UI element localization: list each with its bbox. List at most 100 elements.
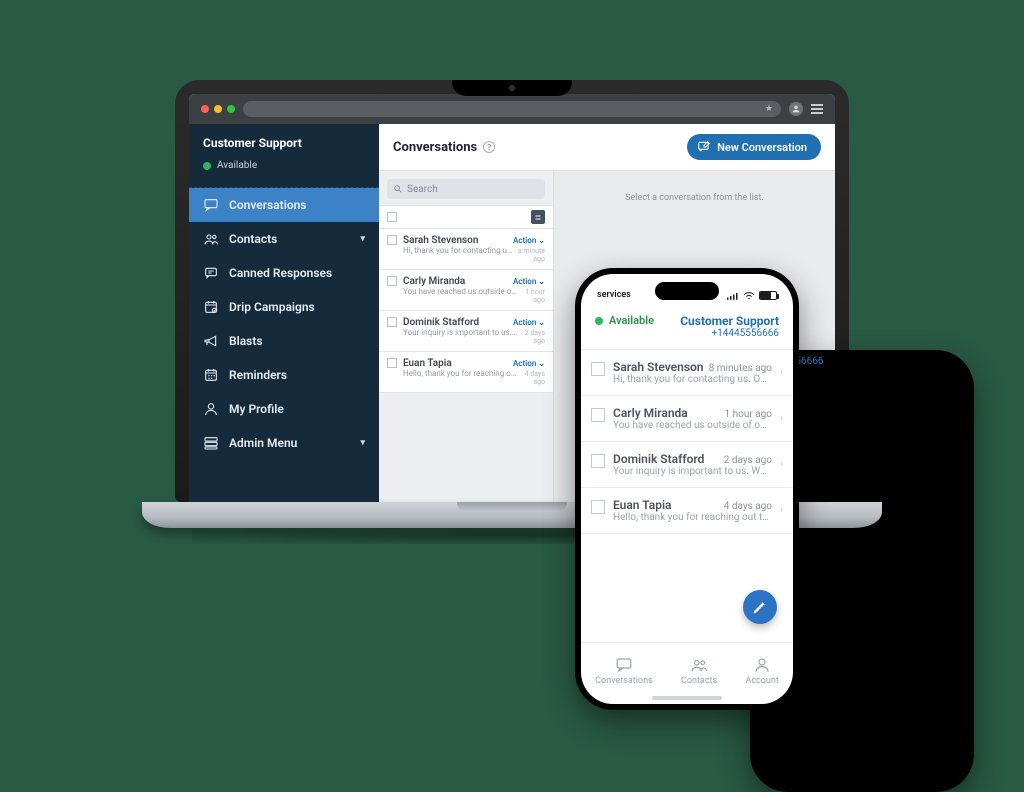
help-icon[interactable]: ?: [483, 141, 495, 153]
bookmark-star-icon[interactable]: ★: [765, 104, 773, 114]
new-chat-icon: [697, 140, 711, 154]
conversation-preview: Hello, thank you for reaching out to us.…: [613, 512, 772, 523]
sidebar-item-label: Conversations: [229, 198, 306, 212]
conversation-checkbox[interactable]: [387, 317, 397, 327]
chevron-right-icon: ›: [780, 413, 783, 424]
chevron-right-icon: ›: [780, 367, 783, 378]
profile-icon: [752, 656, 772, 674]
sidebar-item-drip-campaigns[interactable]: Drip Campaigns: [189, 290, 379, 324]
sidebar-item-conversations[interactable]: Conversations: [189, 188, 379, 222]
conversation-action-menu[interactable]: Action ⌄: [513, 236, 545, 245]
sidebar-item-reminders[interactable]: Reminders: [189, 358, 379, 392]
conversation-checkbox[interactable]: [591, 500, 605, 514]
browser-menu-icon[interactable]: [811, 104, 823, 114]
laptop-notch: [452, 80, 572, 96]
conversation-name: Euan Tapia: [613, 498, 672, 512]
home-indicator: [652, 696, 722, 700]
close-window-icon[interactable]: [201, 105, 209, 113]
sidebar-item-label: Drip Campaigns: [229, 300, 315, 314]
tab-conversations[interactable]: Conversations: [595, 656, 653, 686]
new-conversation-button[interactable]: New Conversation: [687, 134, 821, 160]
sidebar-item-label: My Profile: [229, 402, 284, 416]
window-traffic-lights: [201, 105, 235, 113]
conversation-preview: Hi, thank you for contacting us. Our h..…: [403, 246, 513, 255]
conversation-row[interactable]: Sarah Stevenson Action ⌄Hi, thank you for…: [379, 229, 553, 270]
battery-icon: [759, 291, 777, 300]
conversation-action-menu[interactable]: Action ⌄: [513, 359, 545, 368]
page-title: Conversations ?: [393, 140, 495, 155]
conversation-preview: You have reached us outside of our no...: [403, 287, 518, 296]
chat-icon: [614, 656, 634, 674]
conversation-list-panel: Search ≣ Sarah StevensonAction ⌄Hi, than…: [379, 171, 554, 502]
sidebar-item-admin-menu[interactable]: Admin Menu ▾: [189, 426, 379, 460]
chevron-down-icon: ▾: [360, 438, 365, 448]
conversation-time: 4 days ago: [518, 370, 545, 386]
availability-status[interactable]: Available: [203, 160, 365, 171]
maximize-window-icon[interactable]: [227, 105, 235, 113]
conversation-time: 8 minutes ago: [709, 363, 772, 374]
conversation-name: Sarah Stevenson: [613, 360, 704, 374]
sidebar-item-blasts[interactable]: Blasts: [189, 324, 379, 358]
conversation-action-menu[interactable]: Action ⌄: [513, 277, 545, 286]
tab-contacts[interactable]: Contacts: [681, 656, 717, 686]
conversation-preview: Hello, thank you for reaching out to us.…: [403, 369, 518, 378]
speech-bubble-icon: [203, 265, 219, 281]
sidebar-item-label: Canned Responses: [229, 266, 332, 280]
conversation-checkbox[interactable]: [591, 454, 605, 468]
conversation-row[interactable]: Dominik Stafford Action ⌄Your inquiry is …: [379, 311, 553, 352]
tab-account[interactable]: Account: [745, 656, 778, 686]
sidebar-item-my-profile[interactable]: My Profile: [189, 392, 379, 426]
status-dot-icon: [203, 162, 211, 170]
megaphone-icon: [203, 333, 219, 349]
sidebar-item-canned-responses[interactable]: Canned Responses: [189, 256, 379, 290]
carrier-label: services: [597, 290, 631, 300]
conversation-checkbox[interactable]: [387, 358, 397, 368]
mobile-tab-bar: Conversations Contacts Account: [581, 642, 793, 704]
browser-profile-icon[interactable]: [789, 102, 803, 116]
conversation-preview: You have reached us outside of our no...: [613, 420, 772, 431]
conversation-name: Euan Tapia: [403, 358, 452, 369]
browser-address-bar[interactable]: ★: [243, 101, 781, 117]
minimize-window-icon[interactable]: [214, 105, 222, 113]
conversation-time: 1 hour ago: [725, 409, 772, 420]
conversation-name: Dominik Stafford: [613, 452, 704, 466]
sidebar-item-label: Reminders: [229, 368, 287, 382]
mobile-header-title: Customer Support +14445556666: [680, 314, 779, 339]
dynamic-island: [655, 282, 719, 300]
wifi-icon: [743, 292, 755, 300]
calendar-icon: [203, 367, 219, 383]
conversation-action-menu[interactable]: Action ⌄: [513, 318, 545, 327]
conversation-time: 1 hour ago: [518, 288, 545, 304]
conversation-name: Sarah Stevenson: [403, 235, 478, 246]
conversation-time: a minute ago: [513, 247, 545, 263]
sidebar-item-contacts[interactable]: Contacts ▾: [189, 222, 379, 256]
pencil-icon: [752, 599, 768, 615]
conversation-checkbox[interactable]: [591, 408, 605, 422]
conversation-row[interactable]: Euan Tapia Action ⌄Hello, thank you for r…: [379, 352, 553, 393]
mobile-conversation-row[interactable]: Carly Miranda1 hour agoYou have reached …: [581, 396, 793, 442]
chevron-down-icon: ▾: [360, 234, 365, 244]
search-input[interactable]: Search: [387, 179, 545, 199]
conversation-name: Carly Miranda: [403, 276, 465, 287]
mobile-conversation-row[interactable]: Dominik Stafford2 days agoYour inquiry i…: [581, 442, 793, 488]
select-all-checkbox[interactable]: [387, 212, 397, 222]
filter-icon[interactable]: ≣: [531, 210, 545, 224]
phone-mockup: services Available Customer Support +144…: [575, 268, 799, 710]
conversation-checkbox[interactable]: [387, 235, 397, 245]
contacts-icon: [203, 231, 219, 247]
mobile-conversation-row[interactable]: Euan Tapia4 days agoHello, thank you for…: [581, 488, 793, 534]
contacts-icon: [689, 656, 709, 674]
conversation-name: Dominik Stafford: [403, 317, 479, 328]
mobile-conversation-row[interactable]: Sarah Stevenson 8 minutes agoHi, thank yo…: [581, 350, 793, 396]
conversation-checkbox[interactable]: [387, 276, 397, 286]
conversation-checkbox[interactable]: [591, 362, 605, 376]
chat-icon: [203, 197, 219, 213]
mobile-availability-status[interactable]: Available: [595, 314, 654, 327]
conversation-preview: Hi, thank you for contacting us. Our h..…: [613, 374, 772, 385]
conversation-preview: Your inquiry is important to us. We will…: [403, 328, 518, 337]
compose-fab[interactable]: [743, 590, 777, 624]
browser-chrome-bar: ★: [189, 94, 835, 124]
admin-icon: [203, 435, 219, 451]
conversation-row[interactable]: Carly Miranda Action ⌄You have reached us…: [379, 270, 553, 311]
sidebar-item-label: Admin Menu: [229, 436, 297, 450]
